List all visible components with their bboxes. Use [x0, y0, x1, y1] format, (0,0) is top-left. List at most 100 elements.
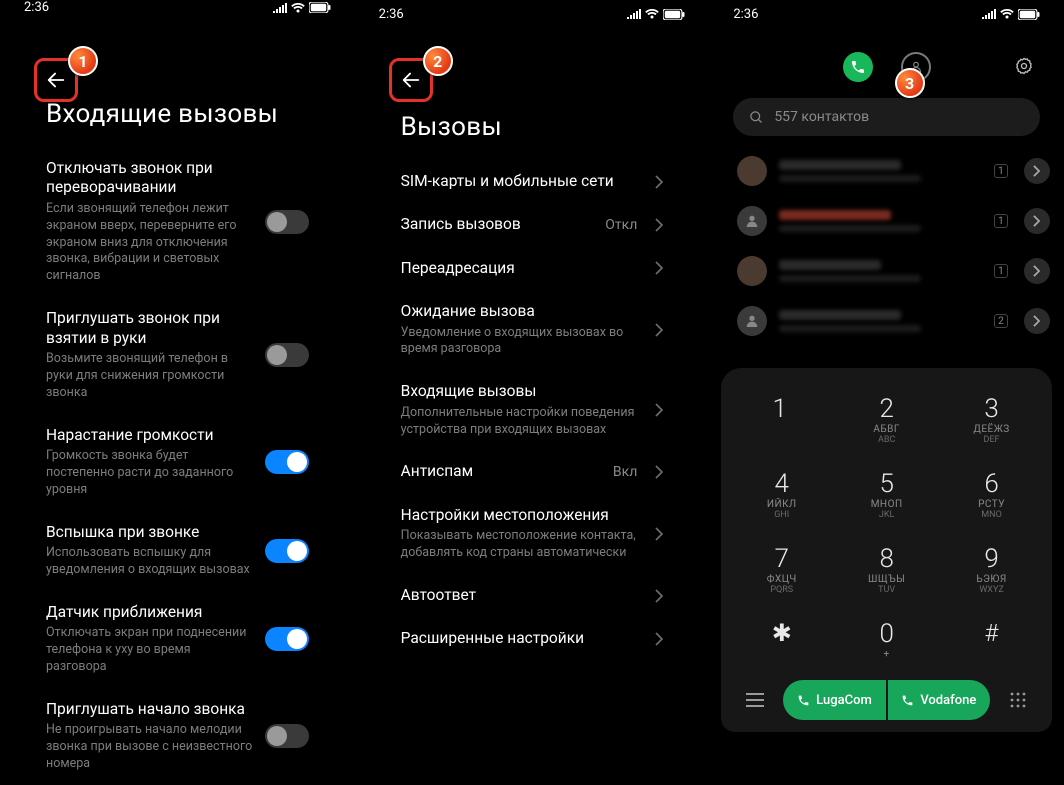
row-title: Переадресация [401, 259, 644, 278]
contact-detail-button[interactable] [1024, 208, 1050, 234]
key-letters-latin: PQRS [729, 585, 834, 595]
status-time: 2:36 [24, 0, 49, 15]
contact-name-blurred [779, 160, 901, 170]
avatar [737, 256, 767, 286]
tab-recent-calls[interactable] [843, 52, 873, 82]
settings-list: SIM-карты и мобильные сети Запись вызово… [355, 156, 710, 661]
row-title: Автоответ [401, 586, 644, 605]
row-title: SIM-карты и мобильные сети [401, 172, 644, 191]
row-value: Откл [605, 217, 637, 233]
chevron-right-icon [1033, 215, 1040, 227]
sim-badge: 1 [994, 214, 1008, 228]
status-bar: 2:36 [355, 0, 710, 28]
settings-row[interactable]: Настройки местоположения Показывать мест… [355, 494, 710, 574]
keypad-icon [1010, 692, 1026, 708]
settings-row[interactable]: Отключать звонок при переворачивании Есл… [0, 147, 355, 297]
key-5[interactable]: 5 МНОП JKL [834, 457, 939, 532]
contact-row[interactable]: 1 [733, 196, 1054, 246]
key-9[interactable]: 9 ЬЭЮЯ WXYZ [939, 532, 1044, 607]
key-2[interactable]: 2 АБВГ ABC [834, 382, 939, 457]
chevron-right-icon [655, 323, 663, 337]
toggle-switch[interactable] [265, 450, 309, 474]
key-letters: ИЙКЛ [729, 499, 834, 510]
settings-row[interactable]: Ожидание вызова Уведомление о входящих в… [355, 290, 710, 370]
settings-row[interactable]: Антиспам Вкл [355, 450, 710, 493]
row-subtitle: Отключать экран при поднесении телефона … [46, 625, 253, 676]
key-4[interactable]: 4 ИЙКЛ GHI [729, 457, 834, 532]
wifi-icon [645, 9, 659, 19]
call-sim2-label: Vodafone [920, 693, 976, 708]
settings-row[interactable]: SIM-карты и мобильные сети [355, 160, 710, 203]
row-title: Вспышка при звонке [46, 523, 253, 542]
sim-badge: 1 [994, 164, 1008, 178]
row-subtitle: Не проигрывать начало мелодии звонка при… [46, 722, 253, 773]
signal-icon [627, 9, 641, 19]
key-✱[interactable]: ✱ [729, 607, 834, 672]
key-1[interactable]: 1 [729, 382, 834, 457]
settings-row[interactable]: Автоответ [355, 574, 710, 617]
settings-row[interactable]: Приглушать звонок при взятии в руки Возь… [0, 297, 355, 413]
toggle-switch[interactable] [265, 724, 309, 748]
key-0[interactable]: 0 + [834, 607, 939, 672]
key-letters-latin: WXYZ [939, 585, 1044, 595]
call-sim2-button[interactable]: Vodafone [888, 680, 990, 720]
contact-detail-button[interactable] [1024, 258, 1050, 284]
contact-detail-button[interactable] [1024, 158, 1050, 184]
row-title: Отключать звонок при переворачивании [46, 159, 253, 198]
key-#[interactable]: # [939, 607, 1044, 672]
key-6[interactable]: 6 РСТУ MNO [939, 457, 1044, 532]
settings-row[interactable]: Нарастание громкости Громкость звонка бу… [0, 414, 355, 511]
toggle-switch[interactable] [265, 627, 309, 651]
phone-screen-2: 2:36 2 Вызовы SIM-карты и мобильные сети… [355, 0, 710, 740]
person-icon [744, 313, 760, 329]
row-title: Расширенные настройки [401, 629, 644, 648]
contact-detail-button[interactable] [1024, 308, 1050, 334]
settings-button[interactable] [1014, 56, 1034, 80]
status-icons [273, 2, 331, 13]
contact-row[interactable]: 1 [733, 146, 1054, 196]
status-bar: 2:36 [0, 0, 355, 15]
toggle-switch[interactable] [265, 539, 309, 563]
status-time: 2:36 [733, 7, 758, 22]
call-sim1-button[interactable]: LugaCom [783, 680, 885, 720]
key-digit: 5 [834, 469, 939, 499]
key-digit: 3 [939, 394, 1044, 424]
key-letters: ЬЭЮЯ [939, 574, 1044, 585]
row-title: Приглушать звонок при взятии в руки [46, 309, 253, 348]
toggle-switch[interactable] [265, 343, 309, 367]
status-icons [982, 9, 1040, 20]
key-7[interactable]: 7 ФХЦЧ PQRS [729, 532, 834, 607]
settings-row[interactable]: Приглушать начало звонка Не проигрывать … [0, 688, 355, 785]
contact-row[interactable]: 1 [733, 246, 1054, 296]
step-badge-2: 2 [423, 46, 453, 76]
row-title: Приглушать начало звонка [46, 700, 253, 719]
contact-detail-blurred [779, 175, 921, 182]
row-title: Ожидание вызова [401, 302, 644, 321]
key-8[interactable]: 8 ШЩЪЫ TUV [834, 532, 939, 607]
row-subtitle: Если звонящий телефон лежит экраном ввер… [46, 201, 253, 285]
row-title: Нарастание громкости [46, 426, 253, 445]
battery-icon [663, 9, 685, 20]
key-digit: 2 [834, 394, 939, 424]
settings-row[interactable]: Переадресация [355, 247, 710, 290]
key-digit: 7 [729, 544, 834, 574]
chevron-right-icon [655, 632, 663, 646]
key-letters-latin: DEF [939, 435, 1044, 445]
settings-row[interactable]: Запись вызовов Откл [355, 203, 710, 246]
contact-name-blurred [779, 210, 890, 220]
search-input[interactable]: 557 контактов [733, 98, 1040, 136]
step-badge-1: 1 [68, 46, 98, 76]
contact-row[interactable]: 2 [733, 296, 1054, 346]
menu-button[interactable] [737, 682, 773, 718]
settings-row[interactable]: Расширенные настройки [355, 617, 710, 660]
key-3[interactable]: 3 ДЕЁЖЗ DEF [939, 382, 1044, 457]
chevron-right-icon [655, 465, 663, 479]
wifi-icon [291, 3, 305, 13]
settings-row[interactable]: Входящие вызовы Дополнительные настройки… [355, 370, 710, 450]
settings-row[interactable]: Вспышка при звонке Использовать вспышку … [0, 511, 355, 591]
dialpad-toggle-button[interactable] [1000, 682, 1036, 718]
contacts-list[interactable]: 1 1 1 2 [709, 144, 1064, 366]
key-digit: 1 [729, 394, 834, 424]
toggle-switch[interactable] [265, 210, 309, 234]
settings-row[interactable]: Датчик приближения Отключать экран при п… [0, 591, 355, 688]
